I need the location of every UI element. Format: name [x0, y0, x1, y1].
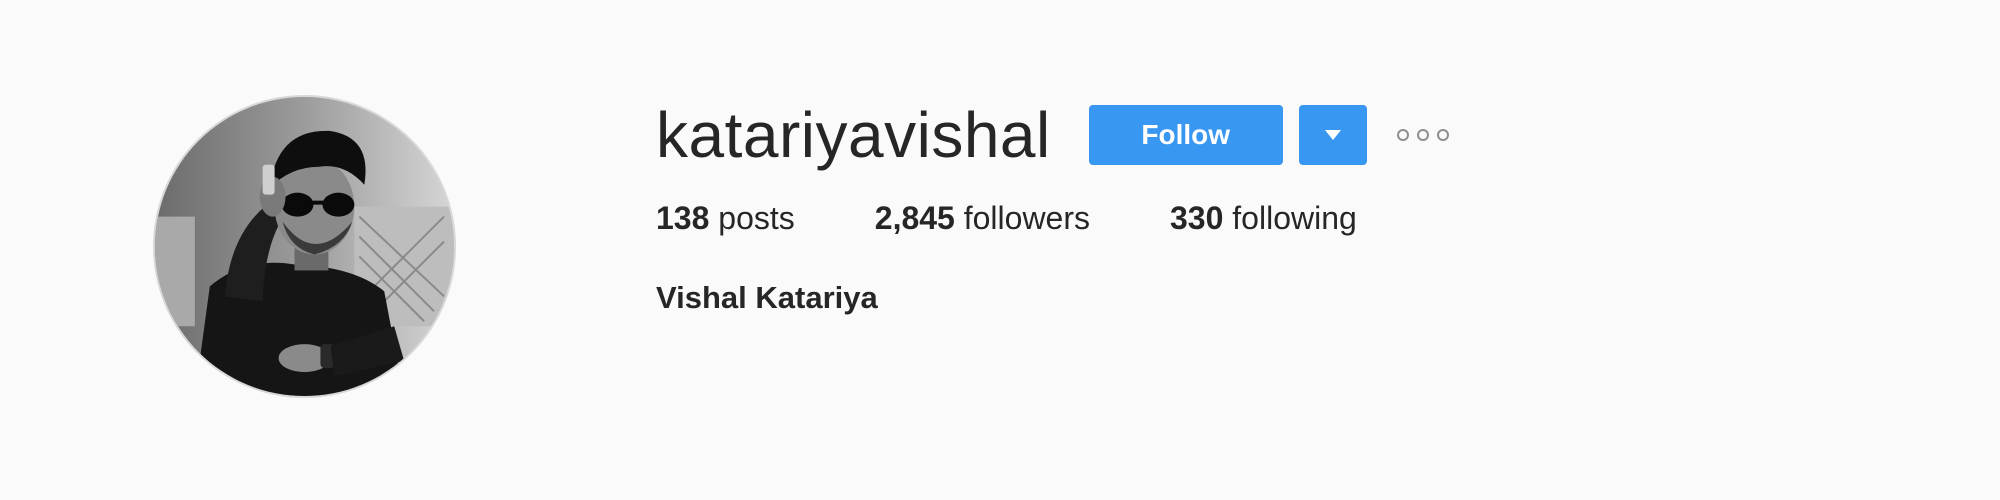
followers-stat[interactable]: 2,845 followers [875, 196, 1090, 240]
dot-icon [1436, 129, 1449, 141]
suggestions-dropdown-button[interactable] [1298, 105, 1367, 165]
following-label: following [1232, 200, 1357, 236]
profile-header: katariyavishal Follow 138 posts 2,845 fo… [0, 0, 2000, 500]
posts-count: 138 [656, 200, 710, 236]
avatar[interactable] [153, 95, 456, 398]
dot-icon [1396, 129, 1409, 141]
following-count: 330 [1170, 200, 1224, 236]
followers-count: 2,845 [874, 200, 955, 236]
profile-stats: 138 posts 2,845 followers 330 following [656, 196, 1449, 240]
chevron-down-icon [1324, 130, 1341, 140]
posts-stat: 138 posts [656, 196, 795, 240]
profile-info: katariyavishal Follow 138 posts 2,845 fo… [656, 92, 1449, 320]
followers-label: followers [963, 200, 1090, 236]
avatar-image [155, 97, 454, 396]
dot-icon [1416, 129, 1429, 141]
full-name: Vishal Katariya [656, 280, 878, 315]
more-options-icon[interactable] [1396, 115, 1449, 155]
profile-title-row: katariyavishal Follow [656, 92, 1449, 178]
follow-button[interactable]: Follow [1088, 105, 1283, 165]
following-stat[interactable]: 330 following [1170, 196, 1357, 240]
username: katariyavishal [656, 99, 1051, 171]
posts-label: posts [718, 200, 795, 236]
